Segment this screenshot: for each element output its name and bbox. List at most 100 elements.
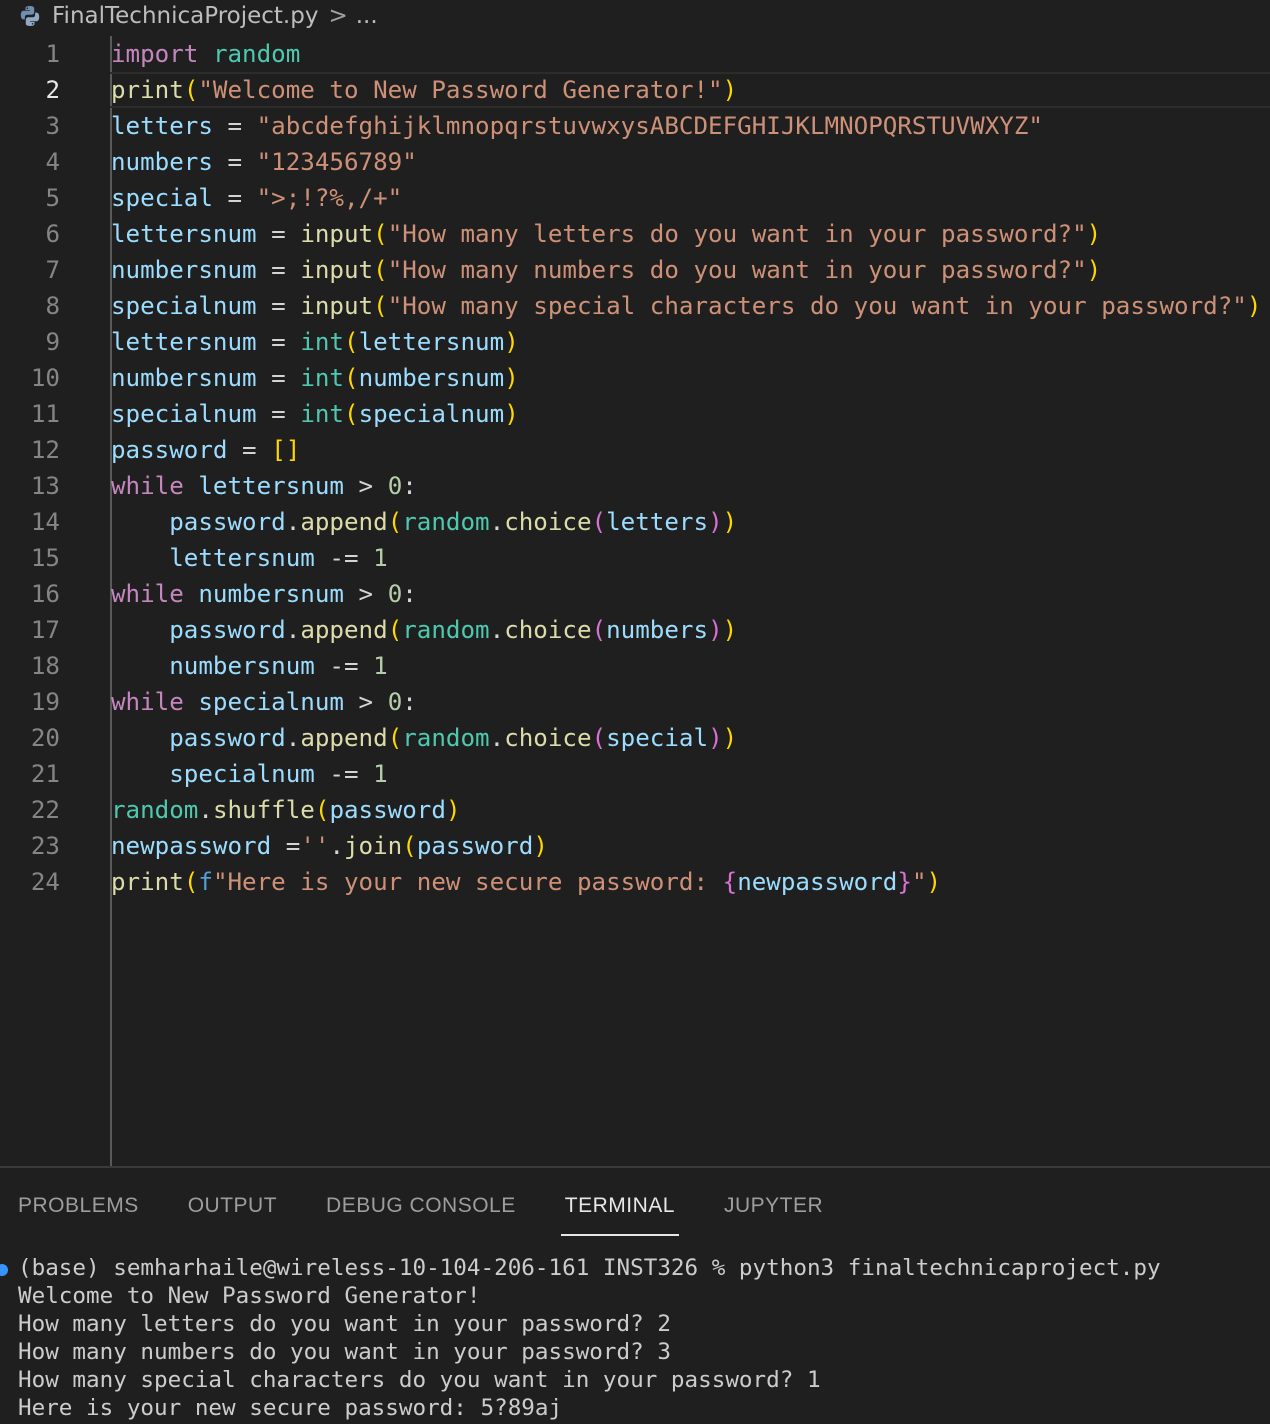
code-line[interactable]: 17 password.append(random.choice(numbers… — [0, 612, 1270, 648]
terminal-output[interactable]: (base) semharhaile@wireless-10-104-206-1… — [18, 1254, 1161, 1422]
tab-output[interactable]: OUTPUT — [188, 1188, 277, 1232]
tab-terminal[interactable]: TERMINAL — [560, 1188, 680, 1236]
code-token: ) — [504, 400, 519, 428]
code-token: 0 — [387, 580, 403, 608]
code-editor[interactable]: 1 import random 2 print("Welcome to New Pas… — [0, 36, 1270, 1166]
code-token: ( — [373, 256, 388, 284]
code-token: . — [489, 616, 505, 644]
code-token: . — [285, 724, 301, 752]
tab-problems[interactable]: PROBLEMS — [18, 1188, 139, 1232]
code-text[interactable]: print("Welcome to New Password Generator… — [111, 72, 737, 108]
code-text[interactable]: print(f"Here is your new secure password… — [111, 864, 941, 900]
code-text[interactable]: while lettersnum > 0: — [111, 468, 417, 504]
code-line[interactable]: 5 special = ">;!?%,/+" — [0, 180, 1270, 216]
code-text[interactable]: numbers = "123456789" — [111, 144, 417, 180]
code-token: ( — [344, 328, 359, 356]
code-text[interactable]: lettersnum -= 1 — [111, 540, 387, 576]
code-token: -= — [314, 760, 374, 788]
code-text[interactable]: numbersnum = int(numbersnum) — [111, 360, 519, 396]
code-token: join — [344, 832, 403, 860]
code-line[interactable]: 3 letters = "abcdefghijklmnopqrstuvwxysAB… — [0, 108, 1270, 144]
tab-jupyter[interactable]: JUPYTER — [724, 1188, 823, 1232]
line-number: 23 — [30, 832, 60, 860]
code-line[interactable]: 1 import random — [0, 36, 1270, 72]
code-token: ( — [387, 508, 403, 536]
terminal-line: Welcome to New Password Generator! — [18, 1283, 481, 1309]
code-token: . — [198, 796, 213, 824]
code-token: 1 — [373, 760, 388, 788]
code-token: choice — [504, 724, 592, 752]
code-token: int — [300, 400, 344, 428]
code-line[interactable]: 11 specialnum = int(specialnum) — [0, 396, 1270, 432]
code-text[interactable]: specialnum -= 1 — [111, 756, 388, 792]
code-text[interactable]: numbersnum = input("How many numbers do … — [111, 252, 1101, 288]
code-text[interactable]: lettersnum = input("How many letters do … — [111, 216, 1101, 252]
code-text[interactable]: password = [] — [111, 432, 300, 468]
code-token: = — [212, 112, 257, 140]
code-line[interactable]: 20 password.append(random.choice(special… — [0, 720, 1270, 756]
code-token: = — [227, 436, 272, 464]
code-text[interactable]: specialnum = int(specialnum) — [111, 396, 519, 432]
code-text[interactable]: newpassword =''.join(password) — [111, 828, 548, 864]
code-token: choice — [504, 616, 592, 644]
code-token: : — [402, 580, 417, 608]
line-number: 14 — [30, 508, 60, 536]
code-line[interactable]: 13 while lettersnum > 0: — [0, 468, 1270, 504]
code-text[interactable]: password.append(random.choice(numbers)) — [111, 612, 737, 648]
code-text[interactable]: password.append(random.choice(letters)) — [111, 504, 737, 540]
line-number: 4 — [45, 148, 60, 176]
code-line[interactable]: 14 password.append(random.choice(letters… — [0, 504, 1270, 540]
code-line[interactable]: 7 numbersnum = input("How many numbers do… — [0, 252, 1270, 288]
breadcrumb-symbols[interactable]: ... — [356, 3, 378, 29]
code-text[interactable]: import random — [111, 36, 300, 72]
code-text[interactable]: password.append(random.choice(special)) — [111, 720, 737, 756]
code-token: shuffle — [212, 796, 315, 824]
code-line[interactable]: 2 print("Welcome to New Password Generato… — [0, 72, 1270, 108]
code-token: ( — [591, 724, 607, 752]
code-token: newpassword — [737, 868, 898, 896]
code-line[interactable]: 21 specialnum -= 1 — [0, 756, 1270, 792]
code-token: lettersnum — [111, 328, 257, 356]
code-text[interactable]: lettersnum = int(lettersnum) — [111, 324, 519, 360]
code-text[interactable]: random.shuffle(password) — [111, 792, 461, 828]
breadcrumb-file-name[interactable]: FinalTechnicaProject.py — [52, 3, 318, 29]
code-line[interactable]: 22 random.shuffle(password) — [0, 792, 1270, 828]
code-token: 0 — [387, 688, 403, 716]
code-line[interactable]: 10 numbersnum = int(numbersnum) — [0, 360, 1270, 396]
code-token: = — [256, 220, 301, 248]
line-number: 19 — [30, 688, 60, 716]
code-line[interactable]: 4 numbers = "123456789" — [0, 144, 1270, 180]
code-line[interactable]: 23 newpassword =''.join(password) — [0, 828, 1270, 864]
code-line[interactable]: 24 print(f"Here is your new secure passwo… — [0, 864, 1270, 900]
line-number: 5 — [45, 184, 60, 212]
code-token: random — [402, 508, 490, 536]
code-text[interactable]: letters = "abcdefghijklmnopqrstuvwxysABC… — [111, 108, 1043, 144]
code-line[interactable]: 6 lettersnum = input("How many letters do… — [0, 216, 1270, 252]
code-line[interactable]: 16 while numbersnum > 0: — [0, 576, 1270, 612]
code-token: numbersnum — [358, 364, 505, 392]
code-token: = — [212, 184, 257, 212]
code-text[interactable]: while numbersnum > 0: — [111, 576, 417, 612]
code-token: "abcdefghijklmnopqrstuvwxysABCDEFGHIJKLM… — [256, 112, 1043, 140]
line-number: 9 — [45, 328, 60, 356]
code-line[interactable]: 15 lettersnum -= 1 — [0, 540, 1270, 576]
code-token: ( — [387, 724, 403, 752]
code-text[interactable]: special = ">;!?%,/+" — [111, 180, 402, 216]
code-token: specialnum — [111, 292, 257, 320]
line-number: 18 — [30, 652, 60, 680]
code-line[interactable]: 8 specialnum = input("How many special ch… — [0, 288, 1270, 324]
code-line[interactable]: 19 while specialnum > 0: — [0, 684, 1270, 720]
code-token: numbersnum — [169, 652, 315, 680]
code-token: : — [402, 472, 417, 500]
code-line[interactable]: 9 lettersnum = int(lettersnum) — [0, 324, 1270, 360]
code-text[interactable]: while specialnum > 0: — [111, 684, 417, 720]
tab-debug-console[interactable]: DEBUG CONSOLE — [326, 1188, 516, 1232]
code-line[interactable]: 12 password = [] — [0, 432, 1270, 468]
code-token: specialnum — [169, 760, 315, 788]
code-text[interactable]: numbersnum -= 1 — [111, 648, 387, 684]
code-line[interactable]: 18 numbersnum -= 1 — [0, 648, 1270, 684]
code-text[interactable]: specialnum = input("How many special cha… — [111, 288, 1261, 324]
